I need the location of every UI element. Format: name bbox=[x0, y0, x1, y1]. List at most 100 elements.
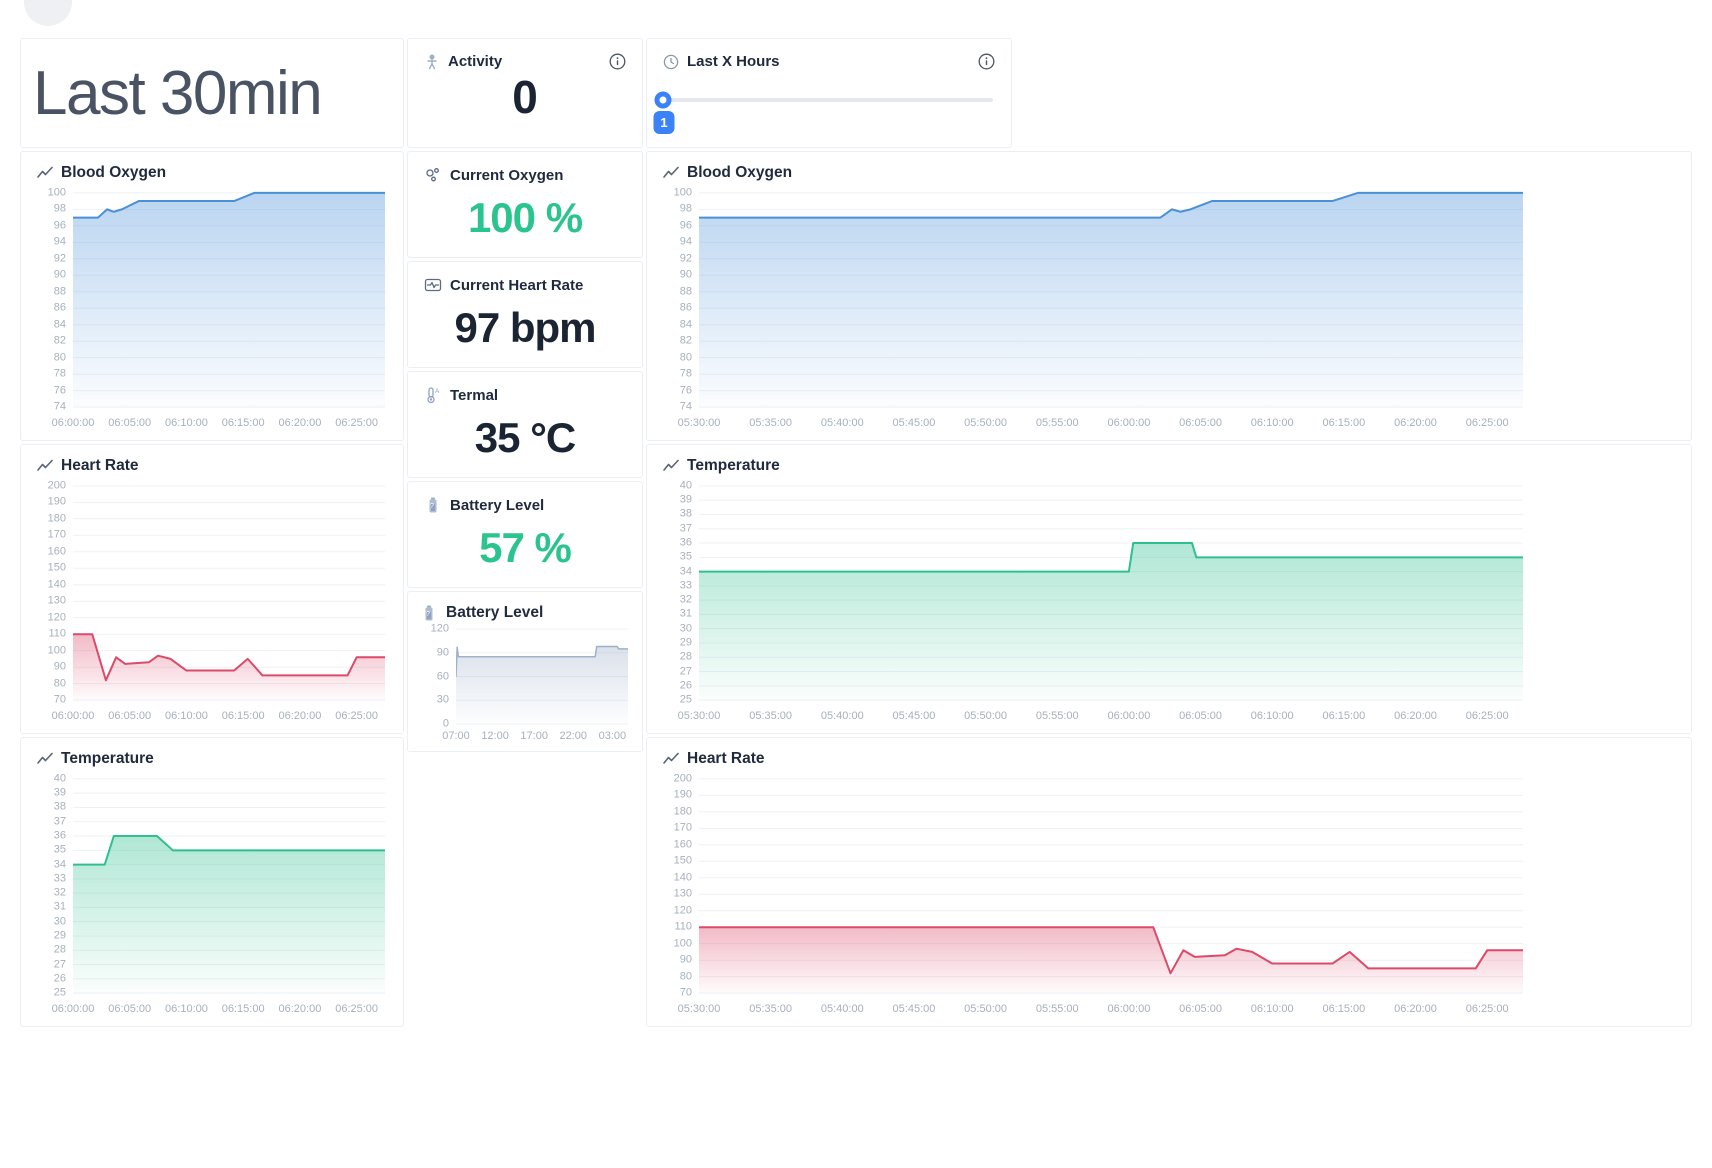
x-tick-label: 06:25:00 bbox=[1466, 711, 1509, 722]
y-tick-label: 28 bbox=[54, 945, 66, 956]
y-tick-label: 76 bbox=[680, 385, 692, 396]
hours-label: Last X Hours bbox=[687, 53, 780, 70]
x-tick-label: 06:00:00 bbox=[52, 711, 95, 722]
x-tick-label: 06:00:00 bbox=[1107, 1004, 1150, 1015]
y-tick-label: 78 bbox=[680, 369, 692, 380]
y-tick-label: 90 bbox=[680, 270, 692, 281]
heart-rate-hours-chart-card: Heart Rate 20019018017016015014013012011… bbox=[646, 737, 1692, 1027]
y-tick-label: 88 bbox=[54, 286, 66, 297]
x-tick-label: 06:25:00 bbox=[335, 1004, 378, 1015]
chart-title: Battery Level bbox=[446, 604, 543, 622]
stat-label: Current Oxygen bbox=[450, 167, 563, 184]
chart-title: Heart Rate bbox=[61, 457, 139, 475]
x-tick-label: 06:10:00 bbox=[165, 711, 208, 722]
y-tick-label: 78 bbox=[54, 369, 66, 380]
svg-text:?: ? bbox=[426, 611, 430, 618]
x-tick-label: 06:00:00 bbox=[52, 1004, 95, 1015]
clock-icon bbox=[663, 54, 679, 70]
y-tick-label: 30 bbox=[54, 916, 66, 927]
slider-track[interactable] bbox=[663, 98, 993, 102]
blood-oxygen-hours-plot: 10098969492908886848280787674 05:30:0005… bbox=[663, 186, 1675, 432]
y-tick-label: 80 bbox=[680, 352, 692, 363]
y-tick-label: 33 bbox=[54, 873, 66, 884]
chart-plot-svg bbox=[699, 772, 1523, 1000]
x-tick-label: 05:30:00 bbox=[678, 1004, 721, 1015]
x-tick-label: 06:20:00 bbox=[1394, 711, 1437, 722]
y-tick-label: 74 bbox=[680, 402, 692, 413]
y-tick-label: 80 bbox=[680, 971, 692, 982]
x-tick-label: 05:50:00 bbox=[964, 418, 1007, 429]
heart-monitor-icon bbox=[424, 276, 442, 294]
info-icon[interactable] bbox=[609, 53, 626, 70]
x-tick-label: 05:30:00 bbox=[678, 418, 721, 429]
chart-plot-svg bbox=[73, 772, 385, 1000]
y-tick-label: 100 bbox=[674, 938, 692, 949]
info-icon[interactable] bbox=[978, 53, 995, 70]
y-tick-label: 36 bbox=[54, 830, 66, 841]
x-tick-label: 06:00:00 bbox=[1107, 418, 1150, 429]
temperature-hours-chart-card: Temperature 4039383736353433323130292827… bbox=[646, 444, 1692, 734]
y-tick-label: 92 bbox=[680, 253, 692, 264]
y-tick-label: 96 bbox=[680, 220, 692, 231]
y-tick-label: 94 bbox=[54, 237, 66, 248]
hours-slider[interactable]: 1 bbox=[663, 92, 993, 138]
x-tick-label: 06:10:00 bbox=[165, 418, 208, 429]
x-tick-label: 06:25:00 bbox=[335, 711, 378, 722]
dashboard-grid: Last 30min Activity 0 Last X Hours bbox=[20, 38, 1692, 1027]
chart-title: Blood Oxygen bbox=[61, 164, 166, 182]
x-tick-label: 06:25:00 bbox=[1466, 1004, 1509, 1015]
y-tick-label: 34 bbox=[54, 859, 66, 870]
x-tick-label: 05:55:00 bbox=[1036, 418, 1079, 429]
x-tick-label: 07:00 bbox=[442, 731, 470, 742]
x-tick-label: 05:40:00 bbox=[821, 1004, 864, 1015]
y-tick-label: 26 bbox=[680, 680, 692, 691]
y-tick-label: 33 bbox=[680, 580, 692, 591]
y-tick-label: 32 bbox=[680, 595, 692, 606]
y-tick-label: 35 bbox=[54, 845, 66, 856]
y-tick-label: 140 bbox=[674, 872, 692, 883]
y-tick-label: 31 bbox=[54, 902, 66, 913]
y-tick-label: 200 bbox=[674, 773, 692, 784]
x-tick-label: 06:00:00 bbox=[52, 418, 95, 429]
blood-oxygen-30min-chart-card: Blood Oxygen 100989694929088868482807876… bbox=[20, 151, 404, 441]
line-chart-icon bbox=[663, 166, 679, 180]
page-title: Last 30min bbox=[33, 58, 321, 129]
y-tick-label: 86 bbox=[680, 303, 692, 314]
battery-level-chart-card: ? Battery Level 1209060300 07:0012:0017:… bbox=[407, 591, 643, 752]
y-tick-label: 37 bbox=[54, 816, 66, 827]
y-tick-label: 29 bbox=[54, 931, 66, 942]
stats-column: Current Oxygen 100 % Current Heart Rate … bbox=[407, 151, 643, 1027]
x-tick-label: 05:35:00 bbox=[749, 1004, 792, 1015]
y-tick-label: 27 bbox=[680, 666, 692, 677]
slider-handle[interactable] bbox=[655, 92, 672, 109]
y-tick-label: 98 bbox=[54, 204, 66, 215]
battery-level-value: 57 % bbox=[408, 514, 642, 587]
x-tick-label: 05:55:00 bbox=[1036, 1004, 1079, 1015]
y-tick-label: 82 bbox=[54, 336, 66, 347]
y-tick-label: 170 bbox=[48, 530, 66, 541]
line-chart-icon bbox=[37, 459, 53, 473]
activity-card: Activity 0 bbox=[407, 38, 643, 148]
line-chart-icon bbox=[37, 166, 53, 180]
y-tick-label: 130 bbox=[674, 889, 692, 900]
battery-icon: ? bbox=[424, 496, 442, 514]
chart-title: Temperature bbox=[687, 457, 780, 475]
y-tick-label: 80 bbox=[54, 352, 66, 363]
x-tick-label: 06:05:00 bbox=[1179, 711, 1222, 722]
y-tick-label: 25 bbox=[54, 988, 66, 999]
battery-icon: ? bbox=[420, 604, 438, 622]
y-tick-label: 180 bbox=[48, 513, 66, 524]
line-chart-icon bbox=[37, 752, 53, 766]
heart-rate-30min-plot: 200190180170160150140130120110100908070 … bbox=[37, 479, 387, 725]
y-tick-label: 90 bbox=[54, 662, 66, 673]
x-tick-label: 06:05:00 bbox=[108, 711, 151, 722]
line-chart-icon bbox=[663, 752, 679, 766]
current-heart-rate-card: Current Heart Rate 97 bpm bbox=[407, 261, 643, 368]
x-tick-label: 05:35:00 bbox=[749, 711, 792, 722]
current-oxygen-value: 100 % bbox=[408, 184, 642, 257]
x-tick-label: 05:40:00 bbox=[821, 711, 864, 722]
y-tick-label: 98 bbox=[680, 204, 692, 215]
thermal-value: 35 °C bbox=[408, 404, 642, 477]
y-tick-label: 82 bbox=[680, 336, 692, 347]
y-tick-label: 35 bbox=[680, 552, 692, 563]
